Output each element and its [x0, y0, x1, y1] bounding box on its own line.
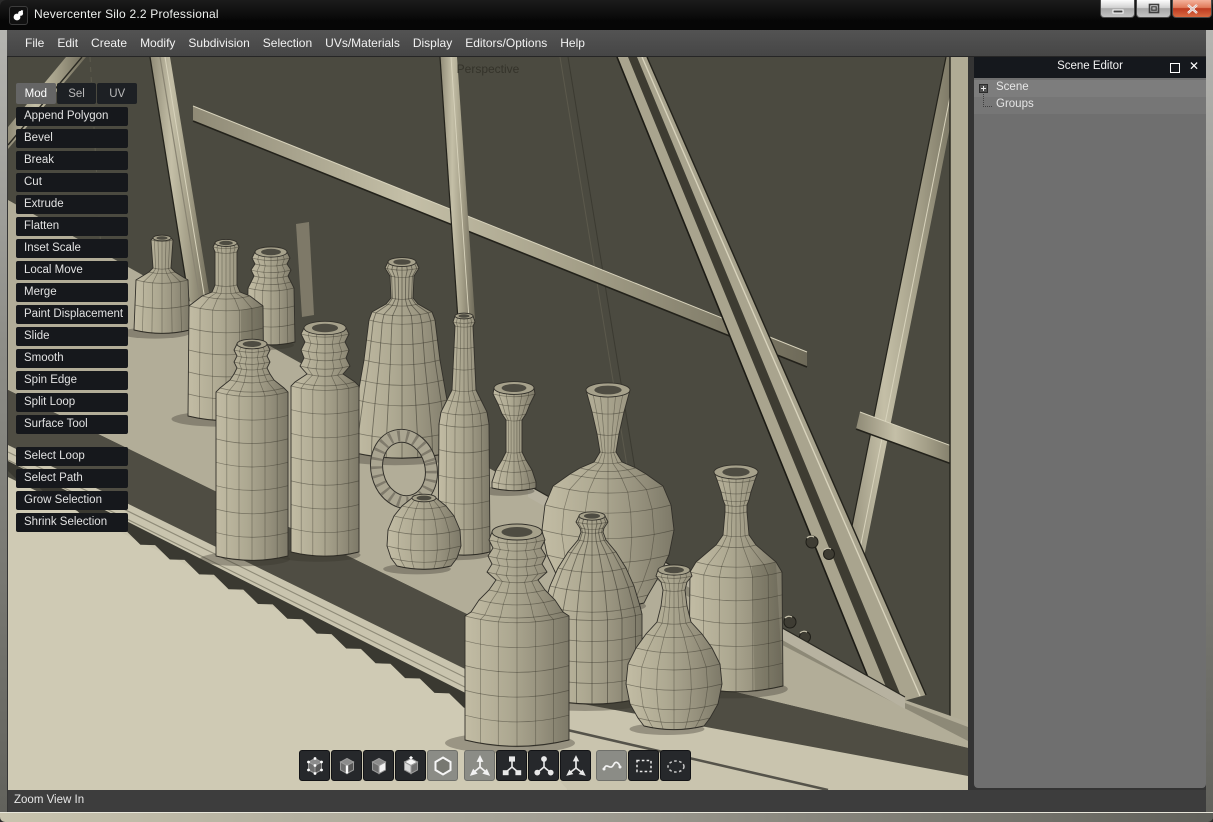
- app-logo-icon: [9, 6, 28, 25]
- title-bar[interactable]: Nevercenter Silo 2.2 Professional: [0, 0, 1213, 30]
- bottle-mesh[interactable]: [351, 258, 453, 459]
- scale-manipulator-button[interactable]: [528, 750, 559, 781]
- panel-close-icon[interactable]: ✕: [1189, 59, 1199, 73]
- menu-modify[interactable]: Modify: [140, 36, 175, 50]
- stile-bolts: [784, 536, 835, 643]
- bottle-mesh[interactable]: [492, 382, 536, 491]
- tree-item-scene[interactable]: Scene: [974, 80, 1206, 97]
- tool-select-path[interactable]: Select Path: [16, 469, 128, 488]
- tree-connector: [983, 94, 992, 107]
- menu-uvs-materials[interactable]: UVs/Materials: [325, 36, 400, 50]
- tool-spin-edge[interactable]: Spin Edge: [16, 371, 128, 390]
- window-border-bottom: [0, 812, 1213, 822]
- close-icon: [1173, 0, 1211, 17]
- window-border-right: [1206, 30, 1213, 812]
- bottle-mesh[interactable]: [291, 321, 359, 556]
- tool-inset-scale[interactable]: Inset Scale: [16, 239, 128, 258]
- menu-file[interactable]: File: [25, 36, 44, 50]
- tweak-select-button[interactable]: [596, 750, 627, 781]
- tool-extrude[interactable]: Extrude: [16, 195, 128, 214]
- tab-mod[interactable]: Mod: [16, 83, 56, 104]
- maximize-button[interactable]: [1136, 0, 1171, 18]
- viewport-toolbar: [299, 750, 692, 781]
- menu-help[interactable]: Help: [560, 36, 585, 50]
- face-mode-button[interactable]: [363, 750, 394, 781]
- tool-break[interactable]: Break: [16, 151, 128, 170]
- menu-selection[interactable]: Selection: [263, 36, 312, 50]
- selection-style-group: [596, 750, 692, 781]
- menu-edit[interactable]: Edit: [57, 36, 78, 50]
- application-window: Nevercenter Silo 2.2 Professional File E…: [0, 0, 1213, 822]
- scene-editor-header[interactable]: Scene Editor ✕: [974, 57, 1206, 78]
- panel-restore-icon[interactable]: [1170, 63, 1180, 73]
- tab-uv[interactable]: UV: [97, 83, 137, 104]
- manipulator-group: [464, 750, 592, 781]
- object-mode-button[interactable]: [395, 750, 426, 781]
- edge-mode-button[interactable]: [331, 750, 362, 781]
- tree-label: Scene: [996, 81, 1029, 93]
- vertex-mode-button[interactable]: [299, 750, 330, 781]
- viewport-label: Perspective: [457, 62, 520, 76]
- paint-select-button[interactable]: [660, 750, 691, 781]
- window-title: Nevercenter Silo 2.2 Professional: [34, 7, 219, 21]
- minimize-button[interactable]: [1100, 0, 1135, 18]
- tool-panel: Mod Sel UV Append Polygon Bevel Break Cu…: [16, 83, 138, 535]
- tree-label: Groups: [996, 98, 1034, 110]
- tool-tabs: Mod Sel UV: [16, 83, 138, 104]
- tool-split-loop[interactable]: Split Loop: [16, 393, 128, 412]
- tool-smooth[interactable]: Smooth: [16, 349, 128, 368]
- status-text: Zoom View In: [14, 794, 84, 806]
- tree-item-groups[interactable]: Groups: [974, 97, 1206, 114]
- window-border-left: [0, 30, 7, 812]
- tool-local-move[interactable]: Local Move: [16, 261, 128, 280]
- tool-merge[interactable]: Merge: [16, 283, 128, 302]
- minimize-icon: [1101, 0, 1134, 17]
- tool-paint-displacement[interactable]: Paint Displacement: [16, 305, 128, 324]
- tool-flatten[interactable]: Flatten: [16, 217, 128, 236]
- expand-icon[interactable]: [979, 84, 988, 93]
- area-select-button[interactable]: [628, 750, 659, 781]
- maximize-icon: [1137, 0, 1170, 17]
- tool-shrink-selection[interactable]: Shrink Selection: [16, 513, 128, 532]
- tool-cut[interactable]: Cut: [16, 173, 128, 192]
- tool-grow-selection[interactable]: Grow Selection: [16, 491, 128, 510]
- selection-mode-group: [299, 750, 459, 781]
- tool-append-polygon[interactable]: Append Polygon: [16, 107, 128, 126]
- universal-manipulator-button[interactable]: [560, 750, 591, 781]
- menu-display[interactable]: Display: [413, 36, 452, 50]
- tab-sel[interactable]: Sel: [57, 83, 97, 104]
- multi-mode-button[interactable]: [427, 750, 458, 781]
- tool-select-loop[interactable]: Select Loop: [16, 447, 128, 466]
- menu-subdivision[interactable]: Subdivision: [188, 36, 249, 50]
- viewport-3d[interactable]: Perspective: [8, 57, 968, 790]
- menu-create[interactable]: Create: [91, 36, 127, 50]
- scene-editor-panel: Scene Editor ✕ Scene Groups: [974, 57, 1206, 788]
- rotate-manipulator-button[interactable]: [496, 750, 527, 781]
- tool-slide[interactable]: Slide: [16, 327, 128, 346]
- viewport-canvas[interactable]: Perspective: [8, 57, 968, 790]
- move-manipulator-button[interactable]: [464, 750, 495, 781]
- close-button[interactable]: [1172, 0, 1212, 18]
- tool-bevel[interactable]: Bevel: [16, 129, 128, 148]
- status-bar: Zoom View In: [8, 790, 1206, 812]
- menu-editors-options[interactable]: Editors/Options: [465, 36, 547, 50]
- tool-surface-tool[interactable]: Surface Tool: [16, 415, 128, 434]
- menu-bar: File Edit Create Modify Subdivision Sele…: [7, 30, 1206, 57]
